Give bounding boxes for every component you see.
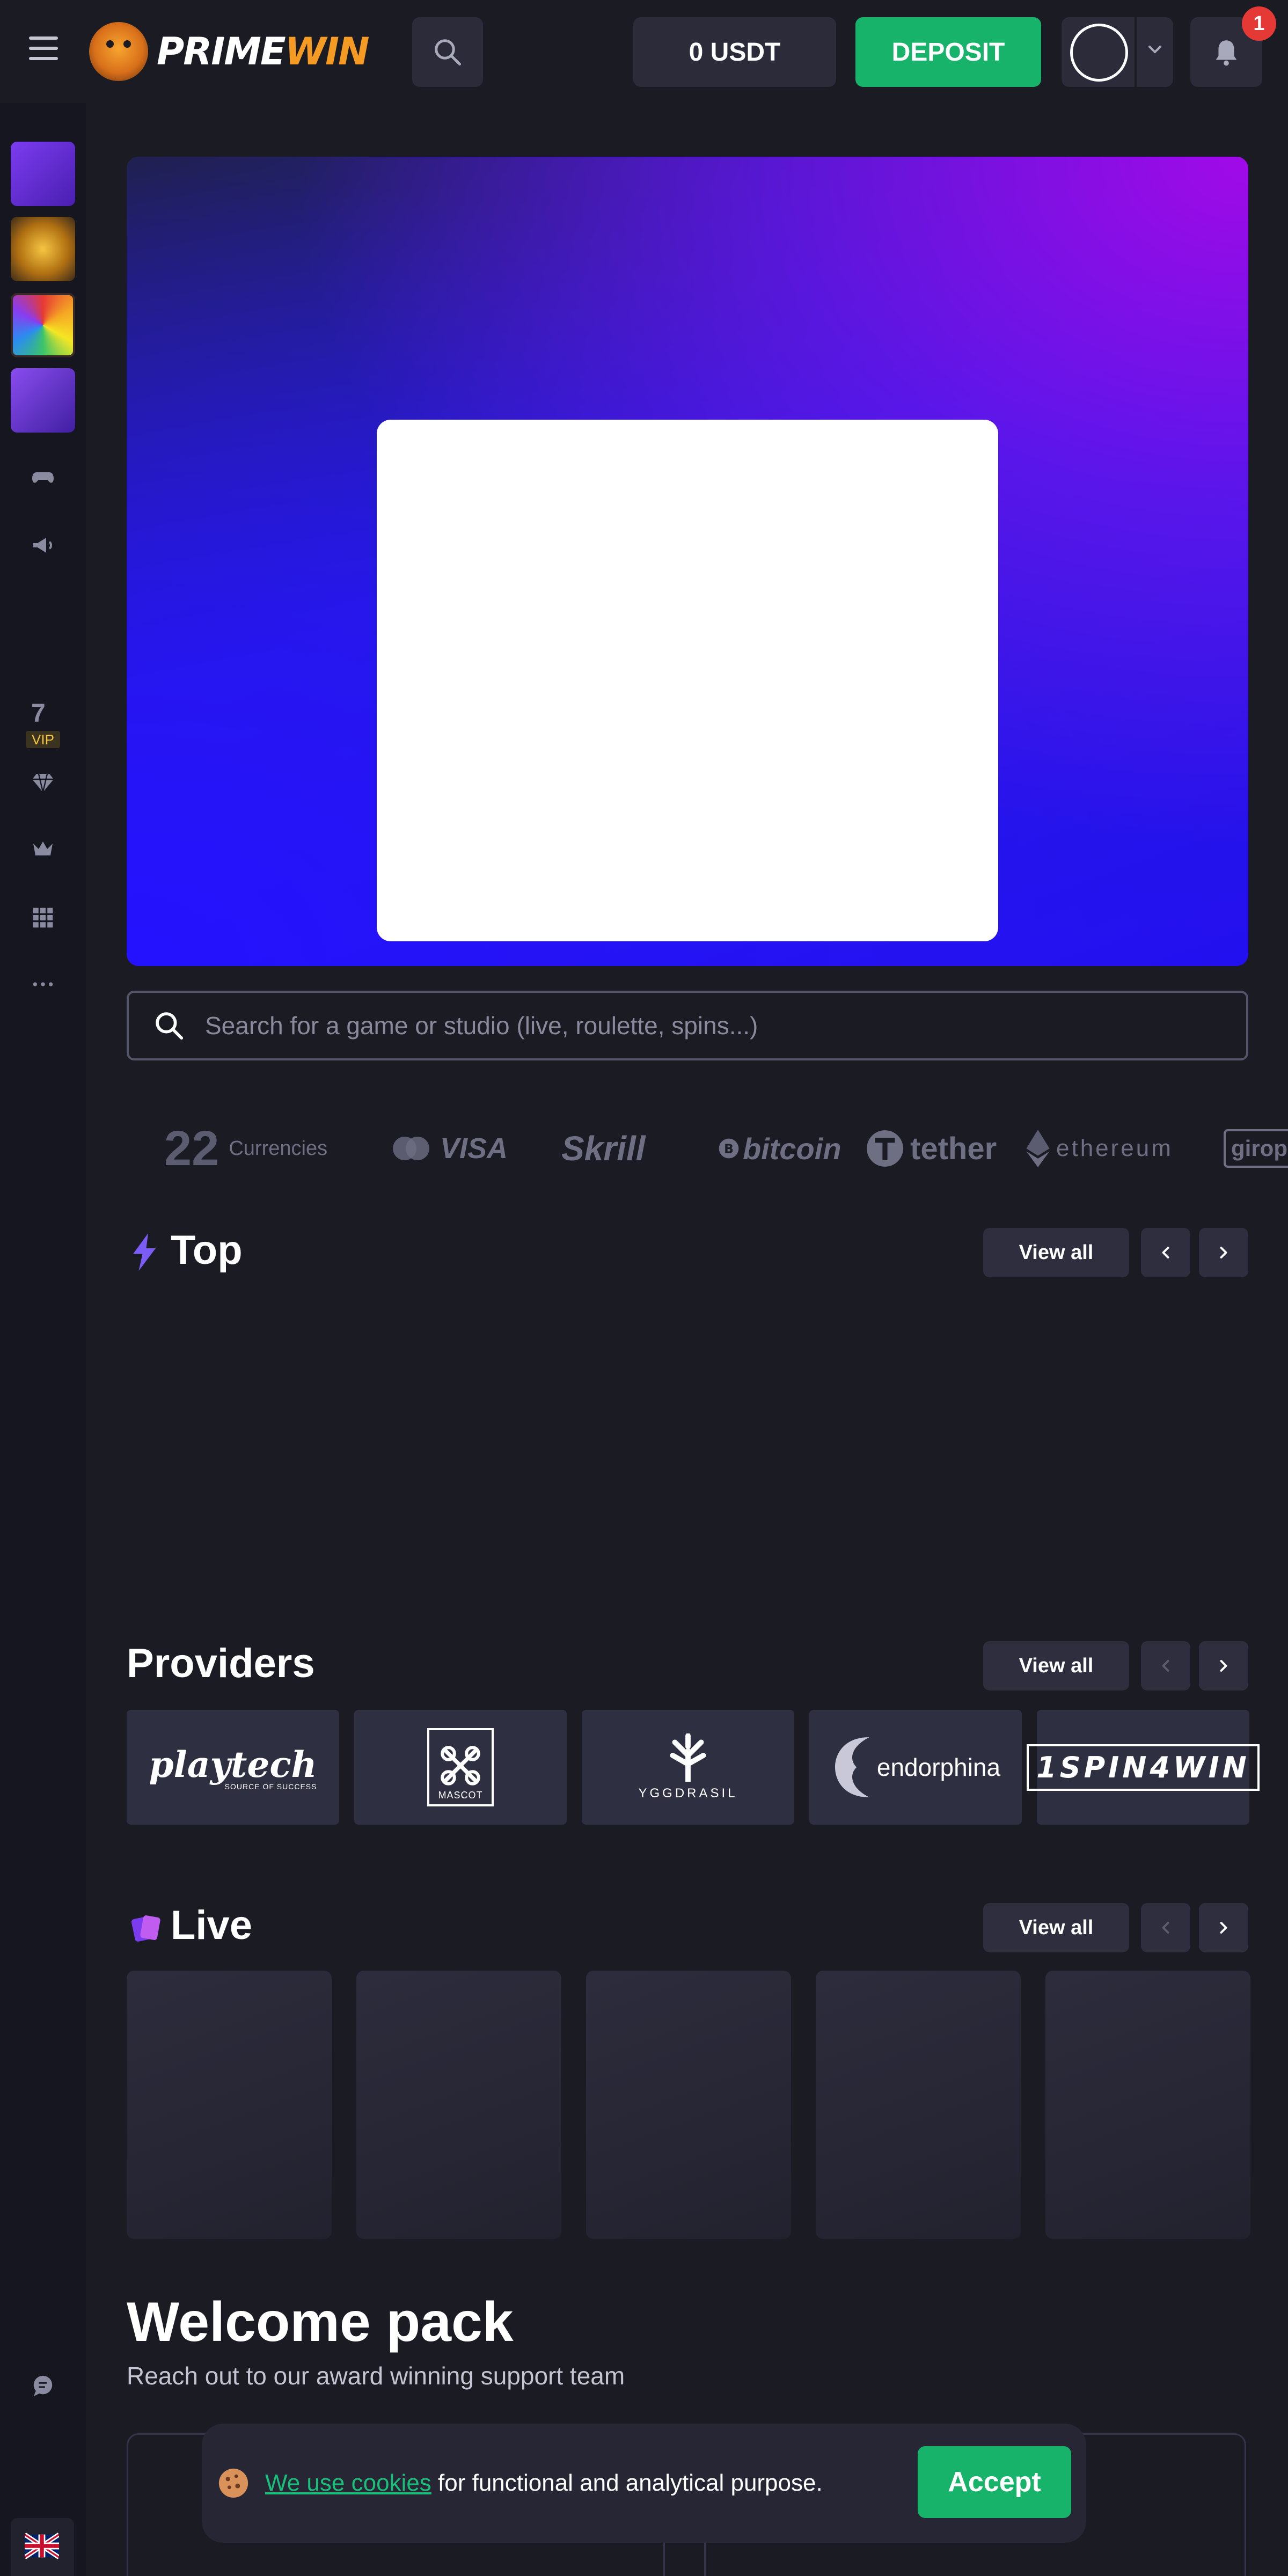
more-icon[interactable] <box>26 967 60 1001</box>
cookie-policy-link[interactable]: We use cookies <box>265 2470 431 2496</box>
provider-name: YGGDRASIL <box>638 1786 738 1801</box>
providers-view-all-button[interactable]: View all <box>983 1641 1129 1690</box>
search-icon <box>156 1012 184 1040</box>
currency-count: 22 <box>164 1121 219 1176</box>
top-section-title: Top <box>171 1227 243 1273</box>
menu-icon[interactable] <box>29 36 58 63</box>
mascot-logo-icon <box>441 1746 480 1785</box>
language-settings-panel <box>11 2518 74 2576</box>
ethereum-logo: ethereum <box>1056 1135 1173 1161</box>
providers-prev-button[interactable] <box>1141 1641 1190 1690</box>
visa-logo: VISA <box>440 1132 508 1165</box>
live-game-card[interactable] <box>1045 1971 1250 2239</box>
vip-level-number[interactable]: 7 <box>31 699 46 728</box>
provider-card-endorphina[interactable]: endorphina <box>809 1710 1022 1825</box>
top-header: PRIMEWIN 0 USDT DEPOSIT 1 <box>0 0 1288 103</box>
top-next-button[interactable] <box>1199 1228 1248 1277</box>
accept-cookies-button[interactable]: Accept <box>918 2446 1071 2518</box>
sidebar: 7 VIP <box>0 103 86 2576</box>
top-view-all-button[interactable]: View all <box>983 1228 1129 1277</box>
providers-next-button[interactable] <box>1199 1641 1248 1690</box>
currency-label: Currencies <box>229 1137 328 1160</box>
bitcoin-icon: B <box>719 1138 739 1159</box>
divider <box>1135 17 1137 87</box>
providers-section-title: Providers <box>127 1641 315 1686</box>
welcome-pack-title: Welcome pack <box>127 2291 514 2353</box>
live-game-card[interactable] <box>127 1971 332 2239</box>
provider-card-yggdrasil[interactable]: YGGDRASIL <box>582 1710 794 1825</box>
top-prev-button[interactable] <box>1141 1228 1190 1277</box>
yggdrasil-tree-icon <box>670 1733 706 1782</box>
cookie-message-text: for functional and analytical purpose. <box>431 2470 823 2496</box>
brand-logo[interactable]: PRIMEWIN <box>89 21 370 82</box>
provider-name: endorphina <box>876 1753 1001 1781</box>
balance-button[interactable]: 0 USDT <box>633 17 836 87</box>
game-search-input[interactable] <box>205 1011 1171 1040</box>
bitcoin-logo: bitcoin <box>743 1131 841 1166</box>
live-cards-icon <box>131 1915 160 1942</box>
vip-badge[interactable]: VIP <box>26 731 60 748</box>
gamepad-icon[interactable] <box>26 460 60 495</box>
tiger-logo-icon <box>89 22 148 81</box>
provider-name: 1SPIN4WIN <box>1027 1744 1260 1791</box>
logo-text-prime: PRIME <box>157 30 286 74</box>
chevron-right-icon <box>1220 1922 1227 1934</box>
chevron-right-icon <box>1220 1660 1227 1672</box>
cookie-icon <box>218 2468 248 2498</box>
live-prev-button[interactable] <box>1141 1903 1190 1952</box>
endorphina-logo-icon <box>835 1737 869 1797</box>
payment-methods-strip: 22 Currencies VISA Skrill B bitcoin teth… <box>127 1095 1288 1202</box>
tether-icon <box>867 1130 903 1167</box>
live-next-button[interactable] <box>1199 1903 1248 1952</box>
live-game-card[interactable] <box>586 1971 791 2239</box>
grid-icon[interactable] <box>26 901 60 935</box>
provider-name: playtech <box>149 1744 317 1785</box>
sidebar-game-mystery-box[interactable] <box>11 142 75 206</box>
logo-text-win: WIN <box>284 30 370 74</box>
chevron-right-icon <box>1220 1247 1227 1258</box>
bell-icon <box>1216 40 1237 66</box>
welcome-pack-subtitle: Reach out to our award winning support t… <box>127 2362 625 2390</box>
uk-flag-icon[interactable] <box>23 2532 61 2560</box>
chat-icon[interactable] <box>26 2369 60 2403</box>
cookie-banner: We use cookies for functional and analyt… <box>202 2424 1086 2543</box>
avatar[interactable] <box>1070 24 1128 82</box>
deposit-button[interactable]: DEPOSIT <box>855 17 1041 87</box>
sidebar-game-slot[interactable] <box>11 368 75 433</box>
skrill-logo: Skrill <box>561 1129 646 1168</box>
search-icon <box>435 39 461 65</box>
hero-card-placeholder <box>377 420 998 941</box>
chevron-down-icon[interactable] <box>1144 39 1166 60</box>
lightning-icon <box>133 1233 156 1271</box>
provider-card-playtech[interactable]: playtech SOURCE OF SUCCESS <box>127 1710 339 1825</box>
chevron-left-icon <box>1162 1922 1169 1934</box>
game-search-bar[interactable] <box>127 991 1248 1060</box>
sidebar-game-crown[interactable] <box>11 217 75 281</box>
provider-name: MASCOT <box>438 1790 483 1801</box>
provider-card-1spin4win[interactable]: 1SPIN4WIN <box>1027 1710 1260 1825</box>
sidebar-game-wheel[interactable] <box>11 293 75 357</box>
provider-card-mascot[interactable]: MASCOT <box>354 1710 567 1825</box>
search-button[interactable] <box>412 17 483 87</box>
tether-logo: tether <box>910 1131 997 1166</box>
diamond-icon[interactable] <box>26 765 60 800</box>
notification-badge: 1 <box>1242 6 1276 41</box>
chevron-left-icon <box>1162 1660 1169 1672</box>
live-view-all-button[interactable]: View all <box>983 1903 1129 1952</box>
hero-banner[interactable] <box>127 157 1248 966</box>
svg-text:B: B <box>724 1141 734 1156</box>
profile-menu-button[interactable] <box>1062 17 1173 87</box>
ethereum-icon <box>1026 1130 1050 1167</box>
live-section-title: Live <box>171 1902 253 1948</box>
crown-icon[interactable] <box>26 832 60 866</box>
chevron-left-icon <box>1162 1247 1169 1258</box>
megaphone-icon[interactable] <box>26 528 60 562</box>
mastercard-icon <box>393 1137 429 1160</box>
giropay-logo: giropay <box>1224 1129 1288 1168</box>
live-game-card[interactable] <box>816 1971 1021 2239</box>
cookie-message: We use cookies for functional and analyt… <box>265 2470 823 2497</box>
live-game-card[interactable] <box>356 1971 561 2239</box>
